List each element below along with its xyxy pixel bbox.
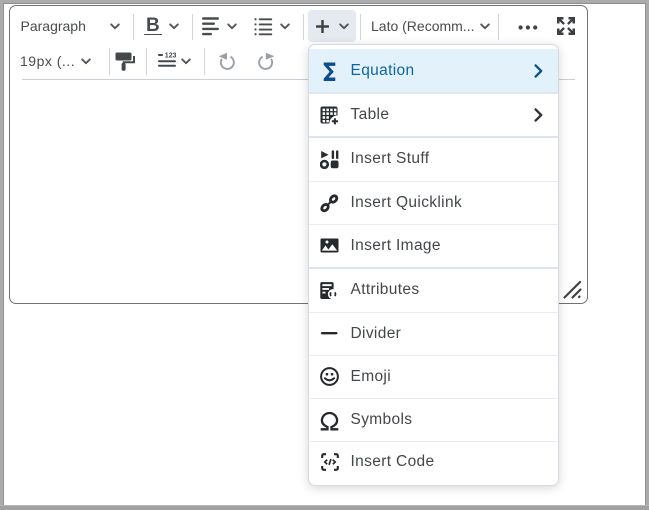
svg-text:123: 123 (164, 52, 175, 59)
